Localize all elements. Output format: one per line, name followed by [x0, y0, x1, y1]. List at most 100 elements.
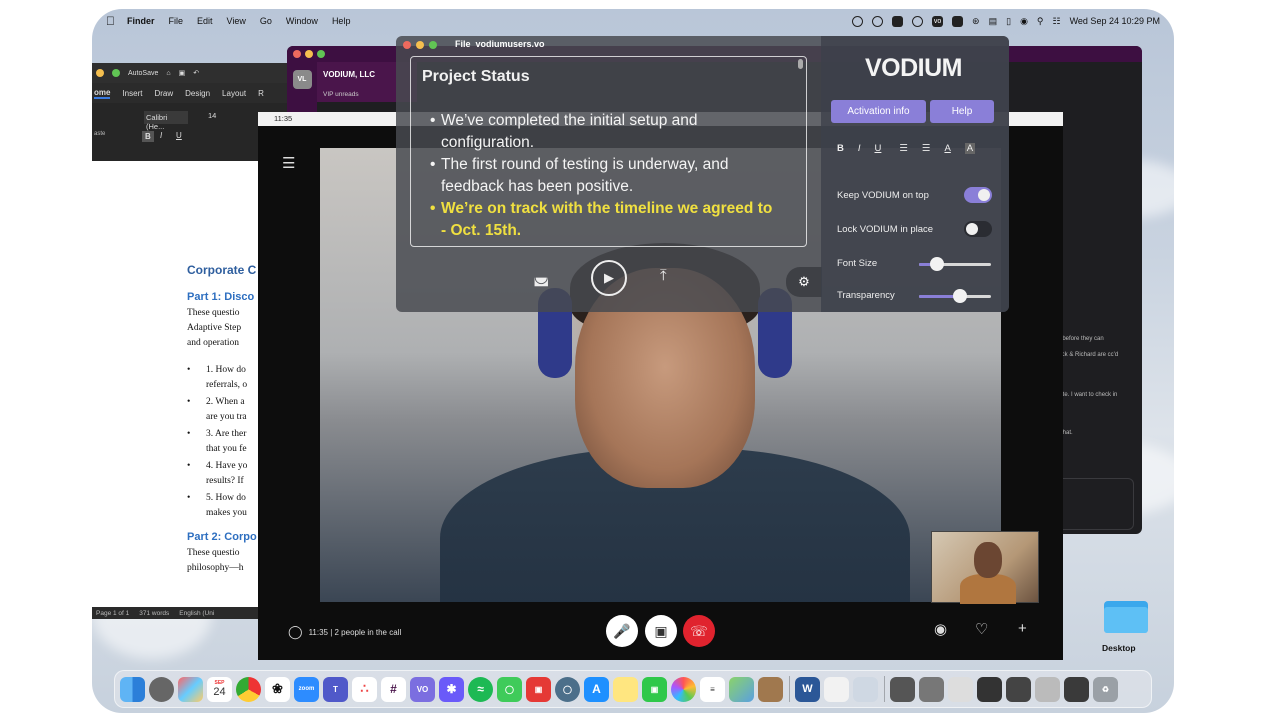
chrome-icon[interactable] — [236, 676, 261, 702]
messages-icon[interactable]: ◯ — [497, 676, 522, 702]
transparency-slider[interactable] — [919, 289, 991, 303]
settings-toggle-button[interactable]: ⚙ — [786, 267, 822, 297]
launchpad-icon[interactable] — [178, 676, 203, 702]
workspace-avatar[interactable]: VL — [292, 70, 312, 89]
tab-review[interactable]: R — [258, 89, 264, 98]
end-call-button[interactable]: ☏ — [683, 615, 715, 647]
menu-help[interactable]: Help — [332, 16, 351, 26]
app-icon[interactable]: ◯ — [555, 676, 580, 702]
app-store-icon[interactable]: A — [584, 676, 609, 702]
status-icon[interactable] — [852, 15, 864, 27]
underline-button[interactable]: U — [875, 143, 882, 154]
slider-thumb[interactable] — [953, 289, 968, 303]
plus-icon[interactable]: + — [1018, 620, 1027, 637]
minimize-button[interactable] — [416, 41, 424, 49]
facetime-icon[interactable]: ▣ — [642, 676, 667, 702]
self-view-video[interactable] — [931, 531, 1039, 604]
cloud-status-icon[interactable] — [872, 15, 884, 27]
preview-icon[interactable] — [853, 676, 878, 702]
menu-view[interactable]: View — [227, 16, 246, 26]
highlight-color-icon[interactable]: A — [964, 143, 976, 154]
window-thumbnail[interactable] — [1064, 676, 1089, 702]
window-thumbnail[interactable] — [1035, 676, 1060, 702]
workspace-name[interactable]: VODIUM, LLC — [323, 70, 375, 79]
font-size-slider[interactable] — [919, 257, 991, 271]
close-button[interactable] — [293, 50, 301, 58]
help-button[interactable]: Help — [930, 100, 994, 123]
tab-insert[interactable]: Insert — [122, 89, 142, 98]
desktop-folder-icon[interactable] — [1104, 597, 1150, 635]
menu-icon[interactable]: ☰ — [282, 154, 295, 172]
zoom-button[interactable] — [317, 50, 325, 58]
vodium-icon[interactable]: VO — [410, 676, 435, 702]
menu-window[interactable]: Window — [286, 16, 318, 26]
vodium-overlay[interactable]: File vodiumusers.vo Project Status We’ve… — [396, 36, 1009, 312]
language-status[interactable]: English (Uni — [179, 610, 214, 617]
keep-on-top-toggle[interactable] — [964, 187, 992, 203]
control-center-icon[interactable]: ☷ — [1053, 16, 1061, 27]
teleprompter-text-area[interactable]: Project Status We’ve completed the initi… — [410, 56, 807, 247]
underline-button[interactable]: U — [176, 131, 182, 140]
calendar-icon[interactable]: SEP 24 — [207, 676, 232, 702]
screen-share-icon[interactable] — [952, 15, 964, 27]
grammarly-icon[interactable] — [912, 15, 924, 27]
scroll-to-top-icon[interactable]: ⤒ — [660, 267, 667, 284]
heart-icon[interactable]: ♡ — [975, 620, 988, 638]
tab-home[interactable]: ome — [94, 88, 111, 99]
menu-edit[interactable]: Edit — [197, 16, 213, 26]
zoom-button[interactable] — [429, 41, 437, 49]
teams-icon[interactable]: T — [323, 676, 348, 702]
bed-icon[interactable]: ▤ — [989, 16, 998, 27]
menu-app-finder[interactable]: Finder — [127, 16, 155, 26]
slack-icon[interactable]: # — [381, 676, 406, 702]
font-family-select[interactable]: Calibri (He... — [144, 111, 188, 131]
document-icon[interactable] — [824, 676, 849, 702]
maps-icon[interactable] — [729, 676, 754, 702]
word-count[interactable]: 371 words — [139, 610, 169, 617]
photos-icon[interactable] — [671, 676, 696, 702]
menu-file[interactable]: File — [169, 16, 184, 26]
font-size-select[interactable]: 14 — [208, 111, 216, 120]
minimize-button[interactable] — [305, 50, 313, 58]
window-thumbnail[interactable] — [977, 676, 1002, 702]
bold-button[interactable]: B — [837, 143, 844, 154]
app-icon[interactable]: ✱ — [439, 676, 464, 702]
finder-icon[interactable] — [120, 676, 145, 702]
app-status-icon[interactable] — [892, 15, 904, 27]
desktop-folder-label[interactable]: Desktop — [1102, 643, 1136, 653]
trash-icon[interactable]: ♻ — [1093, 676, 1118, 702]
tab-design[interactable]: Design — [185, 89, 210, 98]
tab-draw[interactable]: Draw — [154, 89, 173, 98]
bold-button[interactable]: B — [142, 131, 154, 142]
minimize-button[interactable] — [96, 69, 104, 77]
message-composer[interactable] — [1054, 478, 1134, 530]
speedometer-icon[interactable]: ◛ — [533, 267, 550, 287]
battery-icon[interactable]: ▯ — [1006, 16, 1011, 27]
chatgpt-icon[interactable]: ❀ — [265, 676, 290, 702]
app-icon[interactable]: ▣ — [526, 676, 551, 702]
slider-thumb[interactable] — [930, 257, 944, 271]
app-icon[interactable] — [758, 676, 783, 702]
chat-bubble-icon[interactable]: ◯ — [288, 624, 303, 640]
notes-icon[interactable] — [613, 676, 638, 702]
vodium-menu-icon[interactable]: vo — [932, 15, 944, 27]
undo-icon[interactable]: ↶ — [193, 69, 199, 77]
search-icon[interactable]: ⚲ — [1037, 16, 1044, 27]
screenshot-icon[interactable]: ◉ — [934, 620, 947, 638]
italic-button[interactable]: I — [858, 143, 861, 154]
home-icon[interactable]: ⌂ — [166, 70, 170, 77]
window-thumbnail[interactable] — [948, 676, 973, 702]
system-settings-icon[interactable] — [149, 676, 174, 702]
play-button[interactable]: ▶ — [591, 260, 627, 296]
asana-icon[interactable]: ∴ — [352, 676, 377, 702]
autosave-label[interactable]: AutoSave — [128, 70, 158, 77]
spotify-icon[interactable]: ≈ — [468, 676, 493, 702]
italic-button[interactable]: I — [160, 131, 162, 140]
camera-button[interactable]: ▣ — [645, 615, 677, 647]
window-thumbnail[interactable] — [1006, 676, 1031, 702]
scrollbar[interactable] — [798, 59, 803, 69]
menu-go[interactable]: Go — [260, 16, 272, 26]
clock-datetime[interactable]: Wed Sep 24 10:29 PM — [1070, 16, 1160, 26]
bullet-list-icon[interactable]: ☰ — [922, 143, 931, 154]
zoom-icon[interactable]: zoom — [294, 676, 319, 702]
